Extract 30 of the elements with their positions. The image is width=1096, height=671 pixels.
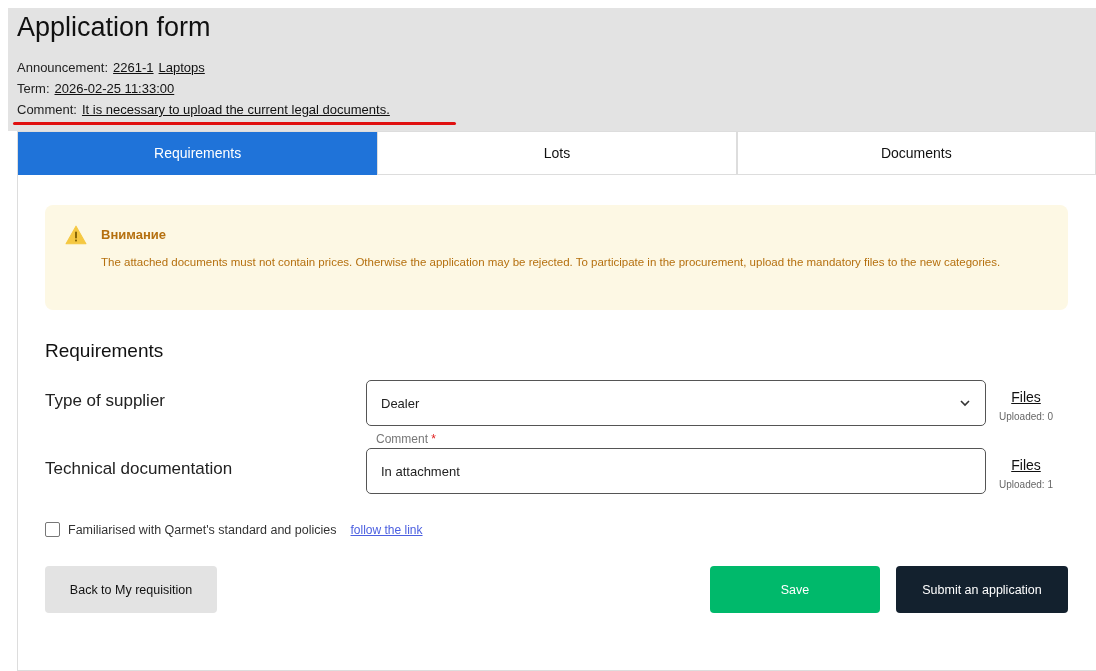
announcement-number-link[interactable]: 2261-1 [113, 57, 154, 78]
tab[interactable]: Documents [736, 132, 1096, 175]
agreement-label: Familiarised with Qarmet's standard and policies [68, 522, 337, 537]
announcement-subject-link[interactable]: Laptops [158, 57, 205, 78]
agreement-checkbox[interactable] [45, 522, 60, 537]
announcement-label: Announcement: [17, 59, 109, 77]
back-button[interactable]: Back to My requisition [45, 566, 217, 613]
uploaded-count: Uploaded: 0 [999, 411, 1053, 422]
tab[interactable]: Lots [377, 132, 737, 175]
files-link[interactable]: Files [1011, 457, 1041, 473]
requirement-label: Type of supplier [45, 391, 166, 412]
comment-value-link[interactable]: It is necessary to upload the current legal documents. [81, 99, 390, 120]
term-value-link[interactable]: 2026-02-25 11:33:00 [54, 78, 175, 99]
files-link[interactable]: Files [1011, 389, 1041, 405]
comment-input-field[interactable]: In attachment [366, 448, 986, 494]
alert-message: The attached documents must not contain prices. Otherwise the application may be rejected. To participate in the procurement, upload the mandatory files to the new categories. [101, 255, 1001, 270]
supplier-type-select[interactable]: Dealer [366, 380, 986, 426]
requirement-label: Technical documentation [45, 459, 234, 480]
section-title: Requirements [45, 340, 165, 362]
field-label: Comment * [375, 432, 438, 446]
comment-label: Comment: [17, 101, 77, 119]
chevron-down-icon [959, 399, 971, 407]
tab[interactable]: Requirements [18, 132, 378, 175]
page-title: Application form [17, 12, 212, 43]
submit-button[interactable]: Submit an application [896, 566, 1068, 613]
term-label: Term: [17, 80, 50, 98]
alert-title: Внимание [101, 227, 167, 242]
policy-link[interactable]: follow the link [350, 522, 423, 537]
warning-icon [65, 225, 87, 245]
uploaded-count: Uploaded: 1 [999, 479, 1053, 490]
